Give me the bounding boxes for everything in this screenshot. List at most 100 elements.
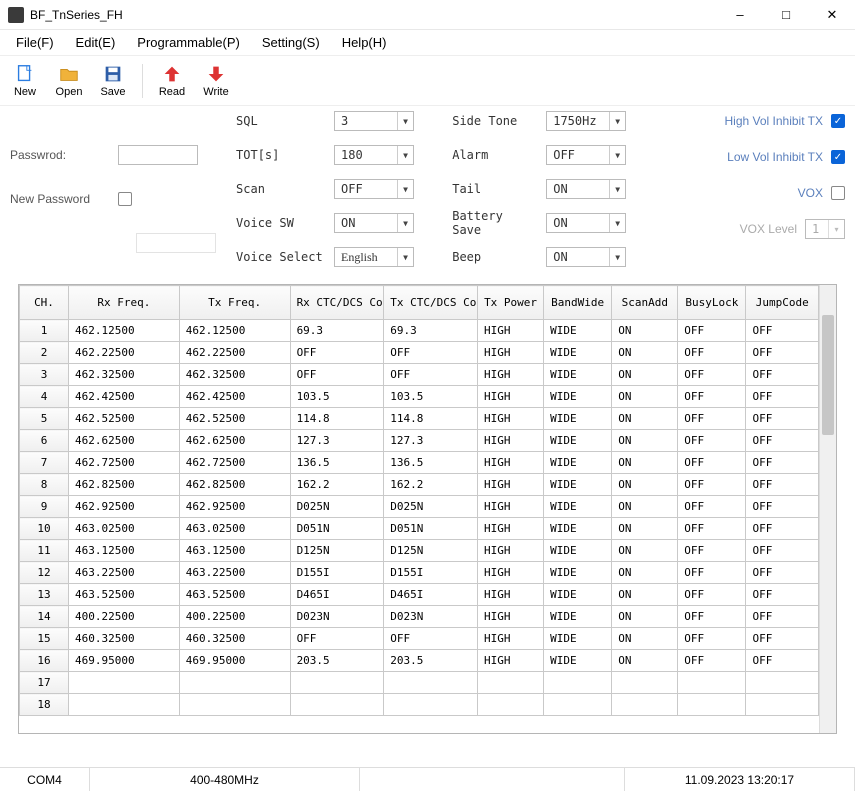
cell-rx-code[interactable]: 69.3 (290, 320, 384, 342)
cell-tx-code[interactable]: D155I (384, 562, 478, 584)
cell-jumpcode[interactable]: OFF (746, 364, 819, 386)
cell-scanadd[interactable]: ON (612, 540, 678, 562)
col-bandwide[interactable]: BandWide (544, 286, 612, 320)
cell-tx-code[interactable]: OFF (384, 364, 478, 386)
cell-ch[interactable]: 2 (20, 342, 69, 364)
cell-scanadd[interactable]: ON (612, 452, 678, 474)
cell-tx-freq[interactable]: 462.82500 (179, 474, 290, 496)
table-row[interactable]: 14400.22500400.22500D023ND023NHIGHWIDEON… (20, 606, 819, 628)
cell-busylock[interactable]: OFF (678, 650, 746, 672)
cell-busylock[interactable]: OFF (678, 628, 746, 650)
cell-bandwide[interactable]: WIDE (544, 562, 612, 584)
cell-rx-freq[interactable]: 462.72500 (69, 452, 180, 474)
cell-rx-freq[interactable] (69, 694, 180, 716)
alarm-combo[interactable]: OFF▼ (546, 145, 626, 165)
cell-tx-power[interactable]: HIGH (478, 430, 544, 452)
cell-bandwide[interactable]: WIDE (544, 430, 612, 452)
cell-rx-code[interactable]: 136.5 (290, 452, 384, 474)
new-button[interactable]: New (8, 63, 42, 98)
cell-tx-code[interactable]: D025N (384, 496, 478, 518)
col-jumpcode[interactable]: JumpCode (746, 286, 819, 320)
cell-tx-freq[interactable]: 463.52500 (179, 584, 290, 606)
cell-tx-freq[interactable]: 462.22500 (179, 342, 290, 364)
cell-ch[interactable]: 3 (20, 364, 69, 386)
table-row[interactable]: 12463.22500463.22500D155ID155IHIGHWIDEON… (20, 562, 819, 584)
cell-scanadd[interactable]: ON (612, 496, 678, 518)
scan-combo[interactable]: OFF▼ (334, 179, 414, 199)
cell-scanadd[interactable] (612, 672, 678, 694)
new-password-input[interactable] (136, 233, 216, 253)
table-row[interactable]: 8462.82500462.82500162.2162.2HIGHWIDEONO… (20, 474, 819, 496)
cell-ch[interactable]: 14 (20, 606, 69, 628)
cell-tx-code[interactable]: 203.5 (384, 650, 478, 672)
cell-jumpcode[interactable]: OFF (746, 606, 819, 628)
cell-tx-power[interactable]: HIGH (478, 452, 544, 474)
cell-busylock[interactable]: OFF (678, 408, 746, 430)
col-busylock[interactable]: BusyLock (678, 286, 746, 320)
cell-jumpcode[interactable]: OFF (746, 408, 819, 430)
cell-rx-freq[interactable]: 400.22500 (69, 606, 180, 628)
cell-bandwide[interactable]: WIDE (544, 320, 612, 342)
cell-tx-freq[interactable]: 462.52500 (179, 408, 290, 430)
cell-rx-freq[interactable]: 462.52500 (69, 408, 180, 430)
cell-scanadd[interactable]: ON (612, 408, 678, 430)
cell-rx-code[interactable]: D023N (290, 606, 384, 628)
cell-tx-freq[interactable] (179, 694, 290, 716)
cell-ch[interactable]: 13 (20, 584, 69, 606)
cell-bandwide[interactable]: WIDE (544, 584, 612, 606)
cell-tx-code[interactable]: 103.5 (384, 386, 478, 408)
cell-tx-freq[interactable]: 460.32500 (179, 628, 290, 650)
cell-tx-freq[interactable]: 462.92500 (179, 496, 290, 518)
close-button[interactable]: ✕ (809, 0, 855, 29)
table-row[interactable]: 13463.52500463.52500D465ID465IHIGHWIDEON… (20, 584, 819, 606)
channel-table[interactable]: CH. Rx Freq. Tx Freq. Rx CTC/DCS Code Tx… (19, 285, 819, 716)
cell-scanadd[interactable] (612, 694, 678, 716)
cell-tx-power[interactable]: HIGH (478, 342, 544, 364)
cell-tx-power[interactable]: HIGH (478, 474, 544, 496)
cell-rx-code[interactable]: OFF (290, 628, 384, 650)
cell-tx-freq[interactable]: 400.22500 (179, 606, 290, 628)
cell-ch[interactable]: 4 (20, 386, 69, 408)
cell-tx-power[interactable]: HIGH (478, 320, 544, 342)
table-row[interactable]: 17 (20, 672, 819, 694)
cell-rx-freq[interactable]: 460.32500 (69, 628, 180, 650)
cell-rx-code[interactable]: OFF (290, 364, 384, 386)
cell-tx-freq[interactable]: 462.42500 (179, 386, 290, 408)
cell-tx-power[interactable]: HIGH (478, 584, 544, 606)
cell-jumpcode[interactable]: OFF (746, 430, 819, 452)
table-row[interactable]: 7462.72500462.72500136.5136.5HIGHWIDEONO… (20, 452, 819, 474)
voice-select-combo[interactable]: English▼ (334, 247, 414, 267)
cell-tx-freq[interactable]: 463.02500 (179, 518, 290, 540)
cell-rx-freq[interactable]: 463.52500 (69, 584, 180, 606)
cell-bandwide[interactable] (544, 672, 612, 694)
menu-programmable[interactable]: Programmable(P) (127, 32, 250, 53)
cell-bandwide[interactable]: WIDE (544, 518, 612, 540)
cell-jumpcode[interactable] (746, 694, 819, 716)
table-row[interactable]: 11463.12500463.12500D125ND125NHIGHWIDEON… (20, 540, 819, 562)
cell-ch[interactable]: 9 (20, 496, 69, 518)
cell-scanadd[interactable]: ON (612, 364, 678, 386)
table-row[interactable]: 1462.12500462.1250069.369.3HIGHWIDEONOFF… (20, 320, 819, 342)
cell-bandwide[interactable]: WIDE (544, 474, 612, 496)
minimize-button[interactable]: – (717, 0, 763, 29)
cell-tx-code[interactable]: D051N (384, 518, 478, 540)
cell-scanadd[interactable]: ON (612, 474, 678, 496)
table-row[interactable]: 2462.22500462.22500OFFOFFHIGHWIDEONOFFOF… (20, 342, 819, 364)
cell-rx-code[interactable] (290, 694, 384, 716)
cell-rx-freq[interactable]: 463.22500 (69, 562, 180, 584)
tail-combo[interactable]: ON▼ (546, 179, 626, 199)
table-row[interactable]: 16469.95000469.95000203.5203.5HIGHWIDEON… (20, 650, 819, 672)
cell-tx-power[interactable]: HIGH (478, 386, 544, 408)
cell-busylock[interactable] (678, 694, 746, 716)
cell-scanadd[interactable]: ON (612, 342, 678, 364)
cell-rx-code[interactable]: OFF (290, 342, 384, 364)
cell-rx-freq[interactable]: 462.92500 (69, 496, 180, 518)
cell-tx-power[interactable]: HIGH (478, 562, 544, 584)
cell-busylock[interactable]: OFF (678, 584, 746, 606)
table-row[interactable]: 9462.92500462.92500D025ND025NHIGHWIDEONO… (20, 496, 819, 518)
cell-bandwide[interactable]: WIDE (544, 452, 612, 474)
cell-jumpcode[interactable]: OFF (746, 518, 819, 540)
beep-combo[interactable]: ON▼ (546, 247, 626, 267)
table-row[interactable]: 6462.62500462.62500127.3127.3HIGHWIDEONO… (20, 430, 819, 452)
cell-tx-code[interactable]: OFF (384, 628, 478, 650)
